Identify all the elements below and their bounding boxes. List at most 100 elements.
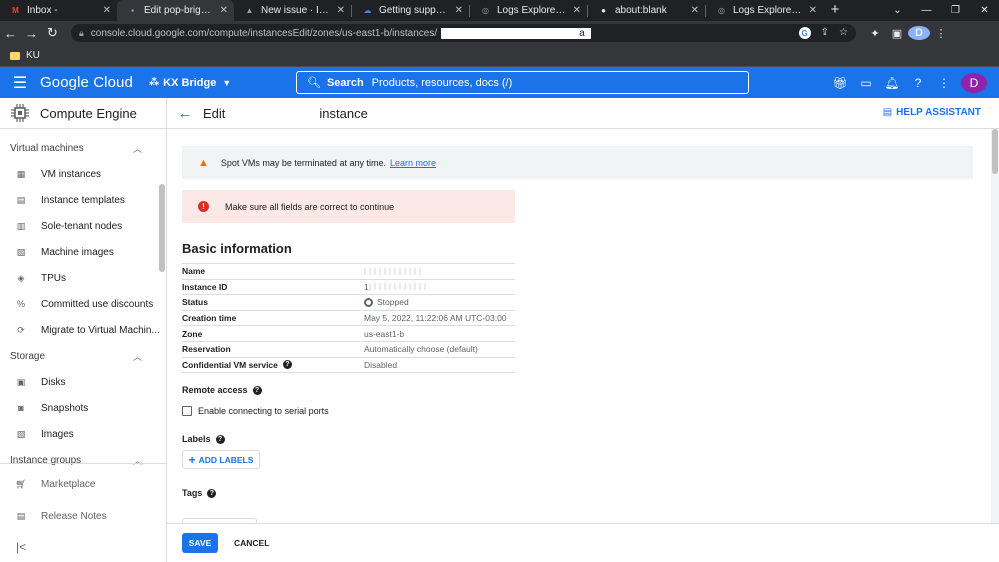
browser-tab[interactable]: ▪ Edit pop-bright-bridg ✕ <box>117 0 234 21</box>
basic-information-table: Name Instance ID 1 Status Stopped Creation ti… <box>182 263 515 374</box>
close-tab-icon[interactable]: ✕ <box>455 5 463 16</box>
save-button[interactable]: SAVE <box>182 533 218 553</box>
google-cloud-icon: ☁ <box>363 6 372 15</box>
close-tab-icon[interactable]: ✕ <box>103 5 111 16</box>
close-tab-icon[interactable]: ✕ <box>573 5 581 16</box>
sidebar-item[interactable]: ▥ Sole-tenant nodes <box>0 213 166 239</box>
sidebar-item[interactable]: ▧ Machine images <box>0 239 166 265</box>
browser-tab[interactable]: ☁ Getting support with ✕ <box>352 0 469 21</box>
project-icon: ⁂ <box>148 77 160 88</box>
labels-text: Labels <box>182 434 211 444</box>
logs-icon: ◎ <box>482 6 489 15</box>
add-labels-button[interactable]: + ADD LABELS <box>182 450 260 469</box>
page-title-prefix: Edit <box>203 105 226 121</box>
search-label: Search <box>326 76 364 89</box>
sidebar-section[interactable]: Virtual machines ︿ <box>0 135 166 161</box>
gift-icon[interactable]: 🎁︎ <box>827 76 853 90</box>
page-header: ← Edit instance ▤ HELP ASSISTANT <box>167 98 999 129</box>
sidebar-item-label: VM instances <box>41 168 102 180</box>
google-icon[interactable]: G <box>798 27 811 39</box>
notes-icon: ▤ <box>16 510 26 521</box>
share-icon[interactable]: ⇪ <box>821 27 829 39</box>
labels-label: Labels ? <box>182 434 225 444</box>
serial-ports-label: Enable connecting to serial ports <box>198 406 329 416</box>
bookmark-ku[interactable]: KU <box>26 50 40 61</box>
back-icon[interactable]: ← <box>0 26 21 41</box>
help-assistant-button[interactable]: ▤ HELP ASSISTANT <box>883 107 981 118</box>
node-icon: ▥ <box>16 220 26 231</box>
close-tab-icon[interactable]: ✕ <box>809 5 817 16</box>
minimize-icon[interactable]: — <box>912 5 941 16</box>
tags-label: Tags ? <box>182 488 217 498</box>
close-tab-icon[interactable]: ✕ <box>220 5 228 16</box>
browser-tab[interactable]: ◎ Logs Explorer – Loggi ✕ <box>470 0 587 21</box>
help-circle-icon[interactable]: ? <box>207 488 217 498</box>
sidebar-item[interactable]: ⟳ Migrate to Virtual Machin... <box>0 317 166 343</box>
chevron-up-icon: ︿ <box>132 351 142 362</box>
sidebar-item[interactable]: ▦ VM instances <box>0 161 166 187</box>
back-arrow-icon[interactable]: ← <box>167 105 203 122</box>
tab-search-icon[interactable]: ⌄ <box>883 5 912 16</box>
restore-icon[interactable]: ❐ <box>941 5 970 16</box>
close-tab-icon[interactable]: ✕ <box>337 5 345 16</box>
side-panel-icon[interactable]: ▣ <box>886 27 908 40</box>
browser-tab[interactable]: M Inbox - ✕ <box>0 0 117 21</box>
account-avatar[interactable]: D <box>961 72 987 93</box>
sidebar-item-label: Release Notes <box>41 510 107 522</box>
sidebar-item[interactable]: ◈ TPUs <box>0 265 166 291</box>
browser-tab[interactable]: ● about:blank ✕ <box>588 0 705 21</box>
help-circle-icon[interactable]: ? <box>215 434 225 444</box>
lock-icon: 🔒︎ <box>79 27 84 38</box>
chrome-menu-icon[interactable]: ⋮ <box>930 27 952 40</box>
tab-title: Logs Explorer – Loggi <box>497 5 569 16</box>
bookmark-star-icon[interactable]: ☆ <box>839 27 848 39</box>
template-icon: ▤ <box>16 194 26 205</box>
sidebar-item-label: Snapshots <box>41 402 89 414</box>
sidebar-item[interactable]: ▤ Instance templates <box>0 187 166 213</box>
tab-title: Logs Explorer – Loggi <box>733 5 805 16</box>
gmail-icon: M <box>12 6 19 15</box>
info-value: Automatically choose (default) <box>364 344 478 355</box>
browser-tab[interactable]: ◎ Logs Explorer – Loggi ✕ <box>706 0 823 21</box>
notifications-icon[interactable]: 🔔︎ <box>879 76 905 90</box>
learn-more-link[interactable]: Learn more <box>390 158 436 168</box>
cloud-shell-icon[interactable]: ▭ <box>853 76 879 90</box>
main-content: ← Edit instance ▤ HELP ASSISTANT ▲ Spot … <box>167 98 999 562</box>
sidebar-item-label: TPUs <box>41 272 66 284</box>
help-circle-icon[interactable]: ? <box>252 385 262 395</box>
serial-ports-option[interactable]: Enable connecting to serial ports <box>182 406 329 416</box>
close-tab-icon[interactable]: ✕ <box>691 5 699 16</box>
main-scrollbar[interactable] <box>991 129 999 531</box>
new-tab-button[interactable]: + <box>823 0 847 21</box>
serial-ports-checkbox[interactable] <box>182 406 192 416</box>
sidebar-item[interactable]: ▣ Disks <box>0 369 166 395</box>
cancel-button[interactable]: CANCEL <box>234 538 269 548</box>
help-icon[interactable]: ? <box>905 76 931 90</box>
spot-vm-warning-banner: ▲ Spot VMs may be terminated at any time… <box>182 146 973 179</box>
reload-icon[interactable]: ↻ <box>42 25 63 41</box>
migrate-icon: ⟳ <box>17 324 25 335</box>
google-cloud-logo[interactable]: Google Cloud <box>40 74 133 91</box>
help-circle-icon[interactable]: ? <box>282 360 292 370</box>
sidebar-footer-item[interactable]: 🛒︎ Marketplace <box>0 468 166 500</box>
profile-button[interactable]: D <box>908 26 930 40</box>
sidebar-item[interactable]: ◙ Snapshots <box>0 395 166 421</box>
sidebar-item[interactable]: ▨ Images <box>0 421 166 447</box>
page-title-suffix: instance <box>319 105 368 121</box>
info-key: Zone <box>182 328 203 339</box>
address-bar[interactable]: 🔒︎ console.cloud.google.com/compute/inst… <box>71 24 856 42</box>
extensions-icon[interactable]: ✦ <box>864 27 886 40</box>
snapshot-icon: ◙ <box>18 403 24 413</box>
sidebar-section[interactable]: Storage ︿ <box>0 343 166 369</box>
search-input[interactable]: 🔍︎ Search Products, resources, docs (/) <box>296 71 749 94</box>
collapse-sidebar-icon[interactable]: |< <box>0 532 166 562</box>
project-picker[interactable]: ⁂ KX Bridge ▼ <box>149 77 231 89</box>
close-window-icon[interactable]: ✕ <box>970 5 999 16</box>
hamburger-menu-icon[interactable]: ☰ <box>0 73 40 93</box>
sidebar-footer-item[interactable]: ▤ Release Notes <box>0 500 166 532</box>
sidebar-scrollbar[interactable] <box>159 184 165 272</box>
sidebar-item[interactable]: % Committed use discounts <box>0 291 166 317</box>
forward-icon[interactable]: → <box>21 26 42 41</box>
more-options-icon[interactable]: ⋮ <box>931 76 957 90</box>
browser-tab[interactable]: ▲ New issue · Issue Trac ✕ <box>234 0 351 21</box>
